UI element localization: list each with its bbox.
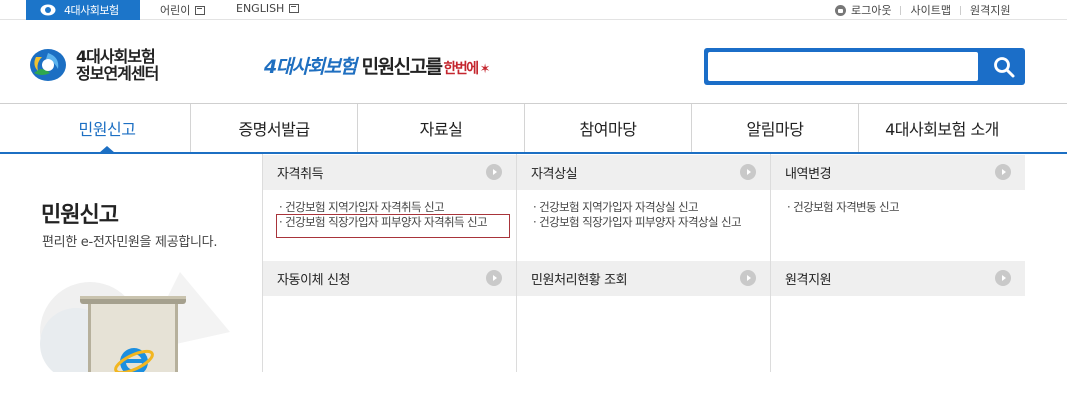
search-icon — [993, 56, 1014, 77]
search-box — [704, 48, 1025, 85]
main-nav: 민원신고 증명서발급 자료실 참여마당 알림마당 4대사회보험 소개 — [24, 104, 1025, 153]
chevron-right-icon — [995, 164, 1011, 180]
slogan-part-b: 민원신고를 — [361, 56, 443, 78]
chevron-right-icon — [995, 270, 1011, 286]
submenu-category-auto-transfer[interactable]: 자동이체 신청 — [263, 261, 516, 296]
category-label: 원격지원 — [785, 273, 832, 288]
link-dependent-disqualification[interactable]: · 건강보험 직장가입자 피부양자 자격상실 신고 — [533, 215, 742, 230]
english-link-label: ENGLISH — [236, 2, 285, 15]
nav-item-library[interactable]: 자료실 — [358, 104, 525, 152]
chevron-right-icon — [486, 270, 502, 286]
link-regional-enrollment[interactable]: · 건강보험 지역가입자 자격취득 신고 — [279, 200, 487, 215]
category-label: 민원처리현황 조회 — [531, 273, 628, 288]
nav-item-notice[interactable]: 알림마당 — [692, 104, 859, 152]
section-title: 민원신고 — [41, 203, 119, 228]
brand-name-line2: 정보연계센터 — [76, 64, 159, 83]
submenu-category-disqualification[interactable]: 자격상실 — [517, 155, 770, 190]
category-label: 자동이체 신청 — [277, 273, 351, 288]
submenu-panel: 자격취득 자격상실 내역변경 · 건강보험 지역가입자 자격취득 신고 · 건강… — [262, 154, 1025, 372]
utility-bar: 4대사회보험 어린이 ENGLISH 로그아웃 사이트맵 원격지원 — [0, 0, 1067, 20]
slogan-part-a: 4대사회보험 — [264, 56, 357, 78]
highlight-box — [276, 214, 510, 238]
page-bottom — [0, 372, 1067, 408]
remote-support-link[interactable]: 원격지원 — [970, 2, 1010, 18]
category-label: 자격상실 — [531, 167, 578, 182]
slogan-banner: 4대사회보험 민원신고를 한번에 ✶ — [264, 52, 491, 79]
chevron-right-icon — [740, 270, 756, 286]
sparkle-icon: ✶ — [479, 62, 491, 77]
sitemap-link[interactable]: 사이트맵 — [910, 2, 950, 18]
english-link[interactable]: ENGLISH — [236, 2, 300, 15]
change-links: · 건강보험 자격변동 신고 — [787, 200, 900, 215]
divider — [959, 5, 961, 15]
submenu-category-remote-support[interactable]: 원격지원 — [771, 261, 1025, 296]
brand-logo-icon — [40, 4, 56, 16]
link-qualification-change[interactable]: · 건강보험 자격변동 신고 — [787, 200, 900, 215]
new-window-icon — [195, 5, 206, 15]
chevron-right-icon — [486, 164, 502, 180]
site-header: 4대사회보험 정보연계센터 4대사회보험 민원신고를 한번에 ✶ — [0, 21, 1067, 104]
section-subtitle: 편리한 e-전자민원을 제공합니다. — [42, 235, 218, 250]
chevron-right-icon — [740, 164, 756, 180]
slogan-part-c: 한번에 — [443, 61, 480, 77]
page: 4대사회보험 어린이 ENGLISH 로그아웃 사이트맵 원격지원 4대사회보험… — [0, 0, 1067, 408]
new-window-icon — [289, 4, 300, 13]
submenu-category-status-inquiry[interactable]: 민원처리현황 조회 — [517, 261, 770, 296]
nav-item-about[interactable]: 4대사회보험 소개 — [859, 104, 1025, 152]
submenu-category-change[interactable]: 내역변경 — [771, 155, 1025, 190]
submenu-category-enrollment[interactable]: 자격취득 — [263, 155, 516, 190]
kids-link-label: 어린이 — [160, 4, 191, 17]
nav-item-participation[interactable]: 참여마당 — [525, 104, 692, 152]
brand-name-line1: 4대사회보험 — [76, 47, 156, 66]
link-regional-disqualification[interactable]: · 건강보험 지역가입자 자격상실 신고 — [533, 200, 741, 215]
logout-link[interactable]: 로그아웃 — [851, 2, 891, 18]
nav-item-certificate[interactable]: 증명서발급 — [191, 104, 358, 152]
home-tab-label: 4대사회보험 — [64, 4, 119, 17]
brand-logo-icon — [30, 49, 66, 81]
search-button[interactable] — [982, 48, 1025, 85]
category-label: 자격취득 — [277, 167, 324, 182]
site-logo[interactable]: 4대사회보험 정보연계센터 — [28, 47, 159, 83]
divider — [900, 5, 902, 15]
nav-item-complaint-report[interactable]: 민원신고 — [24, 104, 191, 153]
home-tab-4insurance[interactable]: 4대사회보험 — [26, 0, 140, 20]
kids-link[interactable]: 어린이 — [160, 2, 206, 18]
search-input[interactable] — [708, 52, 978, 81]
section-illustration — [30, 262, 262, 372]
category-label: 내역변경 — [785, 167, 832, 182]
lock-icon — [835, 4, 846, 16]
disqualification-links: · 건강보험 지역가입자 자격상실 신고 · 건강보험 직장가입자 피부양자 자… — [533, 200, 742, 230]
